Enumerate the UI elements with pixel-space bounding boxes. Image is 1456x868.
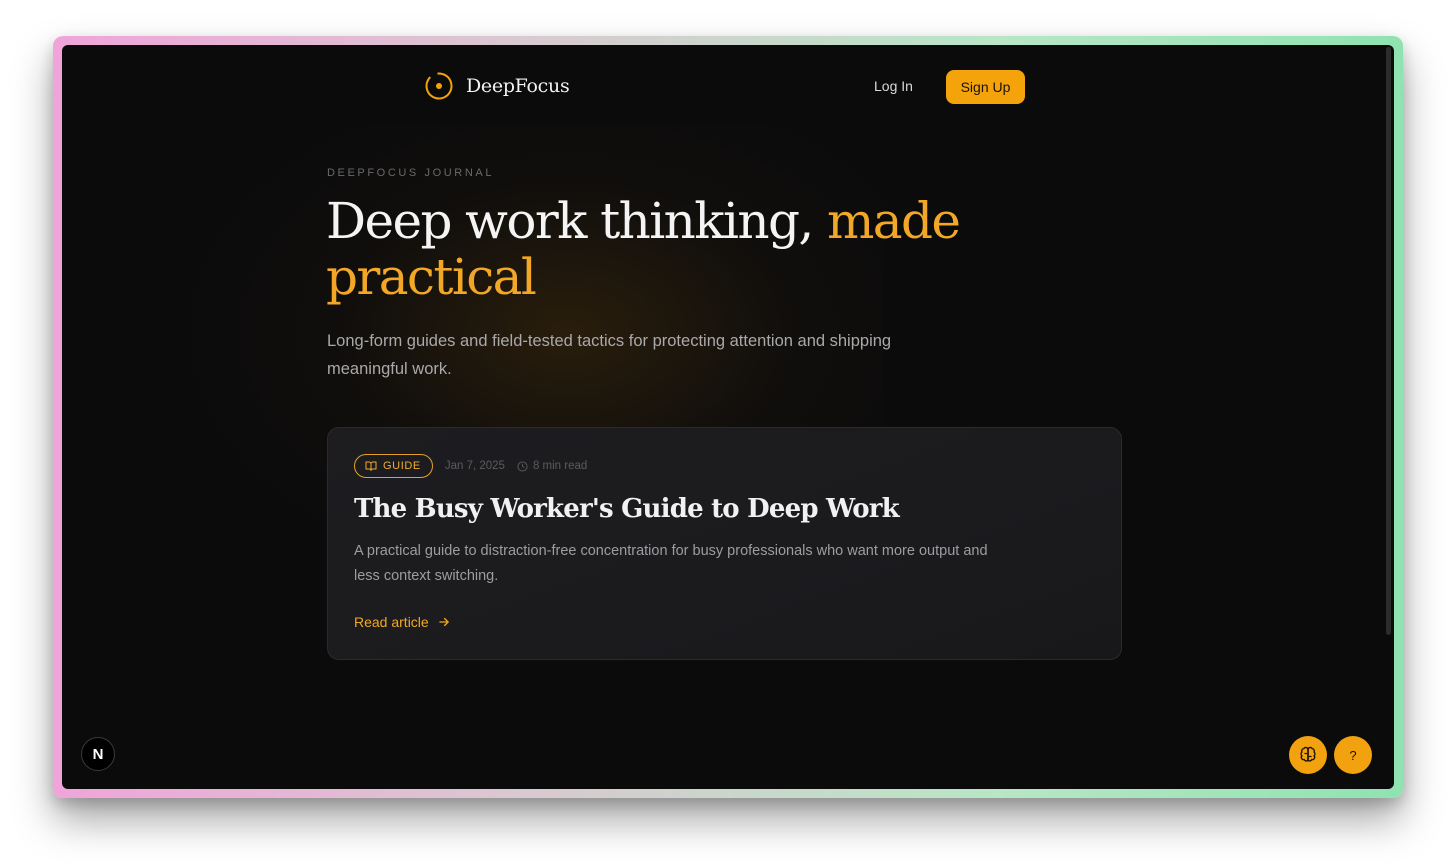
- read-article-link[interactable]: Read article: [354, 614, 451, 630]
- target-circle-icon: [425, 72, 453, 100]
- article-meta: GUIDE Jan 7, 2025 8 min read: [354, 454, 587, 478]
- read-article-label: Read article: [354, 614, 429, 630]
- browser-viewport: DeepFocus Log In Sign Up DEEPFOCUS JOURN…: [62, 45, 1394, 789]
- read-time-label: 8 min read: [532, 460, 588, 472]
- article-date: Jan 7, 2025: [444, 460, 505, 472]
- help-button[interactable]: ?: [1334, 736, 1372, 774]
- article-tag[interactable]: GUIDE: [354, 454, 433, 478]
- clock-icon: [517, 460, 528, 472]
- page-headline: Deep work thinking, made practical: [326, 193, 1046, 305]
- article-description: A practical guide to distraction-free co…: [354, 543, 988, 584]
- brain-icon: [1300, 746, 1316, 762]
- book-open-icon: [365, 461, 377, 471]
- signup-button[interactable]: Sign Up: [946, 70, 1025, 104]
- article-read-time: 8 min read: [517, 460, 587, 472]
- arrow-right-icon: [438, 617, 449, 627]
- window-frame: DeepFocus Log In Sign Up DEEPFOCUS JOURN…: [53, 36, 1403, 798]
- page-subtitle: Long-form guides and field-tested tactic…: [327, 332, 892, 378]
- scrollbar[interactable]: [1386, 47, 1391, 635]
- brand-logo[interactable]: DeepFocus: [424, 71, 570, 101]
- brain-button[interactable]: [1289, 736, 1327, 774]
- section-eyebrow: DEEPFOCUS JOURNAL: [327, 167, 495, 179]
- article-card[interactable]: GUIDE Jan 7, 2025 8 min read The Busy Wo…: [327, 427, 1122, 660]
- article-tag-label: GUIDE: [383, 460, 421, 472]
- login-link[interactable]: Log In: [874, 78, 913, 94]
- headline-main: Deep work thinking,: [326, 192, 827, 250]
- nextjs-dev-badge[interactable]: N: [81, 737, 115, 771]
- article-title[interactable]: The Busy Worker's Guide to Deep Work: [354, 494, 900, 524]
- brand-name: DeepFocus: [466, 75, 570, 97]
